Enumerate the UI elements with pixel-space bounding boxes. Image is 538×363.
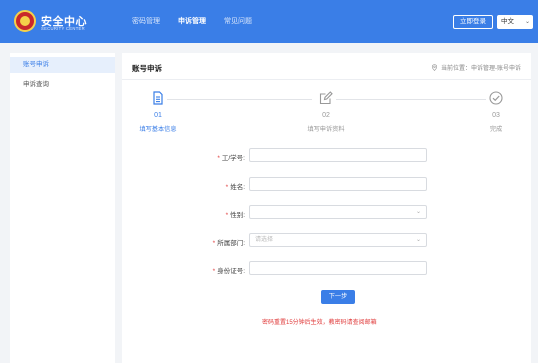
step-2-number: 02 — [322, 112, 330, 119]
page-title: 账号申诉 — [132, 64, 162, 73]
breadcrumb-text: 当前位置：申诉管理-账号申诉 — [441, 66, 521, 72]
language-select[interactable]: 中文 ⌄ — [497, 15, 533, 29]
gender-select[interactable]: ⌄ — [249, 205, 427, 219]
gender-label: * 性别: — [225, 212, 245, 219]
nav-faq[interactable]: 常见问题 — [224, 16, 252, 26]
chevron-down-icon: ⌄ — [415, 209, 421, 215]
name-label: * 姓名: — [225, 184, 245, 191]
divider — [122, 79, 531, 80]
login-button[interactable]: 立即登录 — [453, 15, 493, 29]
next-step-button[interactable]: 下一步 — [321, 290, 355, 304]
check-circle-icon — [489, 91, 503, 105]
sidebar: 账号申诉 申诉查询 — [10, 53, 115, 363]
top-header: 安全中心 SECURITY CENTER 密码管理 申诉管理 常见问题 立即登录… — [0, 0, 538, 43]
sidebar-item-appeal-query[interactable]: 申诉查询 — [10, 77, 115, 93]
step-connector — [167, 99, 312, 100]
step-connector — [336, 99, 486, 100]
breadcrumb: 当前位置：申诉管理-账号申诉 — [431, 63, 521, 72]
employee-id-label: * 工/学号: — [217, 155, 245, 162]
main-panel: 账号申诉 当前位置：申诉管理-账号申诉 01 填写基本信息 02 填写申诉资料 … — [122, 53, 531, 363]
language-value: 中文 — [501, 18, 514, 25]
chevron-down-icon: ⌄ — [415, 237, 421, 243]
brand-subtitle: SECURITY CENTER — [41, 26, 85, 31]
id-number-label: * 身份证号: — [212, 268, 245, 275]
nav-appeal-management[interactable]: 申诉管理 — [178, 16, 206, 26]
employee-id-input[interactable] — [249, 148, 427, 162]
name-input[interactable] — [249, 177, 427, 191]
department-placeholder: 请选择 — [255, 237, 274, 243]
step-3-number: 03 — [492, 112, 500, 119]
edit-icon — [319, 91, 333, 105]
department-select[interactable]: 请选择 ⌄ — [249, 233, 427, 247]
step-1-label: 填写基本信息 — [139, 126, 177, 133]
id-number-input[interactable] — [249, 261, 427, 275]
chevron-down-icon: ⌄ — [524, 19, 530, 25]
nav-password-management[interactable]: 密码管理 — [132, 16, 160, 26]
sidebar-item-account-appeal[interactable]: 账号申诉 — [10, 57, 115, 73]
step-2-label: 填写申诉资料 — [307, 126, 345, 133]
location-pin-icon — [431, 64, 438, 71]
notice-text: 密码重置15分钟后生效，教密码请查阅邮箱 — [262, 320, 377, 326]
step-1-number: 01 — [154, 112, 162, 119]
department-label: * 所属部门: — [212, 240, 245, 247]
step-3-label: 完成 — [489, 126, 503, 133]
document-icon — [153, 91, 163, 105]
logo-icon — [14, 10, 36, 32]
